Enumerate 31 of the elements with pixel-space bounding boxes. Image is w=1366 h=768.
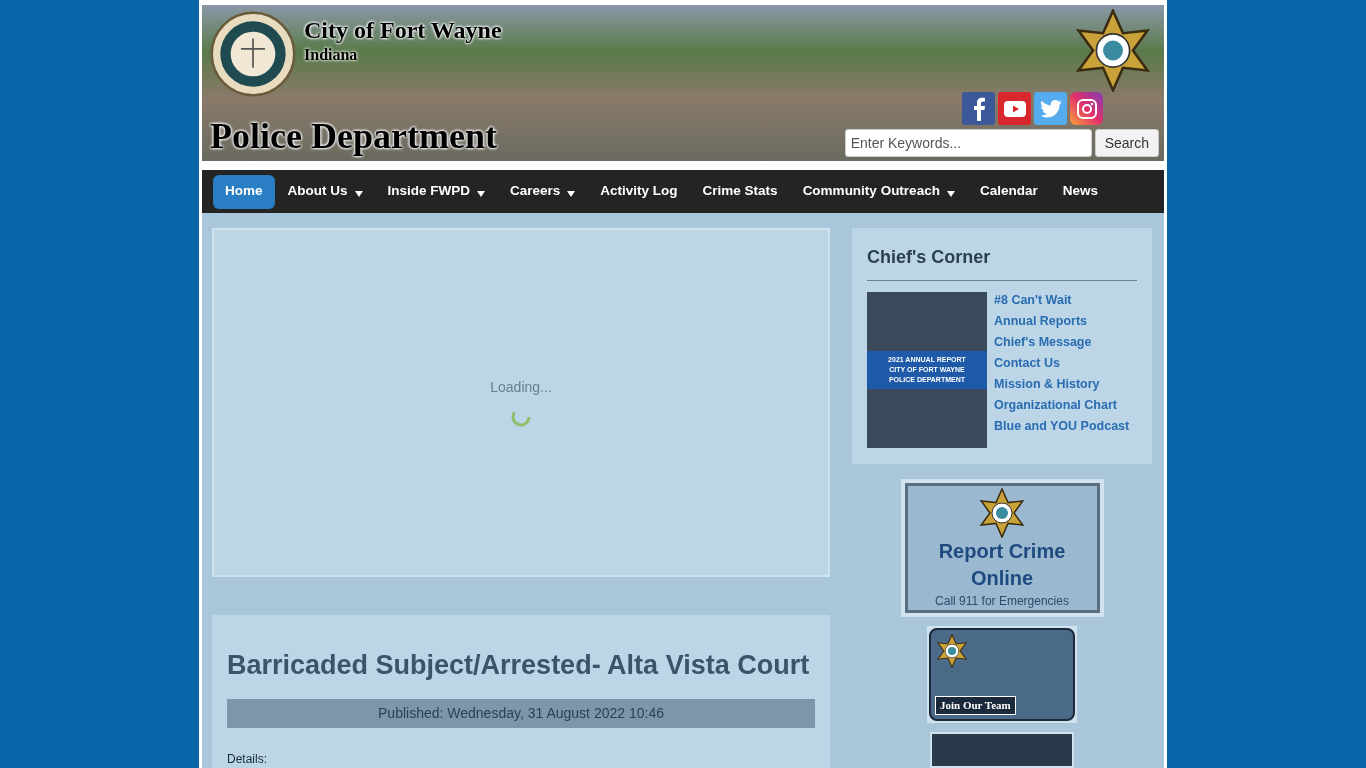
article-title: Barricaded Subject/Arrested- Alta Vista Court [227, 648, 811, 682]
details-label: Details: [227, 751, 268, 768]
nav-item[interactable]: About Us [275, 174, 375, 209]
chiefs-corner-link[interactable]: Mission & History [994, 376, 1130, 393]
nav-item[interactable]: Community Outreach [790, 174, 967, 209]
chiefs-corner-link[interactable]: Chief's Message [994, 334, 1130, 351]
nav-item[interactable]: Inside FWPD [375, 174, 498, 209]
report-crime-banner[interactable]: Report Crime Online Call 911 for Emergencies [900, 479, 1104, 617]
state-name: Indiana [304, 45, 359, 65]
chiefs-corner-link[interactable]: Contact Us [994, 355, 1130, 372]
city-name: City of Fort Wayne [304, 17, 502, 43]
loading-text: Loading... [490, 377, 552, 397]
search-button[interactable]: Search [1094, 129, 1159, 157]
nav-item[interactable]: Crime Stats [690, 174, 790, 209]
chiefs-corner-title: Chief's Corner [867, 244, 1137, 281]
nav-item[interactable]: Activity Log [588, 174, 690, 209]
emergency-text: Call 911 for Emergencies [935, 593, 1069, 610]
nav-item[interactable]: Calendar [967, 174, 1050, 209]
chiefs-corner-link[interactable]: #8 Can't Wait [994, 292, 1130, 309]
department-title: Police Department [210, 117, 498, 155]
chiefs-corner-link[interactable]: Organizational Chart [994, 397, 1130, 414]
join-team-label: Join Our Team [935, 696, 1016, 715]
search-field[interactable]: Enter Keywords... [844, 129, 1092, 157]
nav-item[interactable]: Careers [498, 174, 588, 209]
report-crime-title: Report Crime Online [937, 539, 1067, 591]
chiefs-corner-link[interactable]: Blue and YOU Podcast [994, 418, 1130, 435]
join-team-banner[interactable]: Join Our Team [927, 626, 1077, 723]
chiefs-corner-link[interactable]: Annual Reports [994, 313, 1130, 330]
published-bar: Published: Wednesday, 31 August 2022 10:46 [227, 699, 815, 728]
nav-item[interactable]: Home [213, 174, 275, 209]
nav-item[interactable]: News [1050, 174, 1110, 209]
